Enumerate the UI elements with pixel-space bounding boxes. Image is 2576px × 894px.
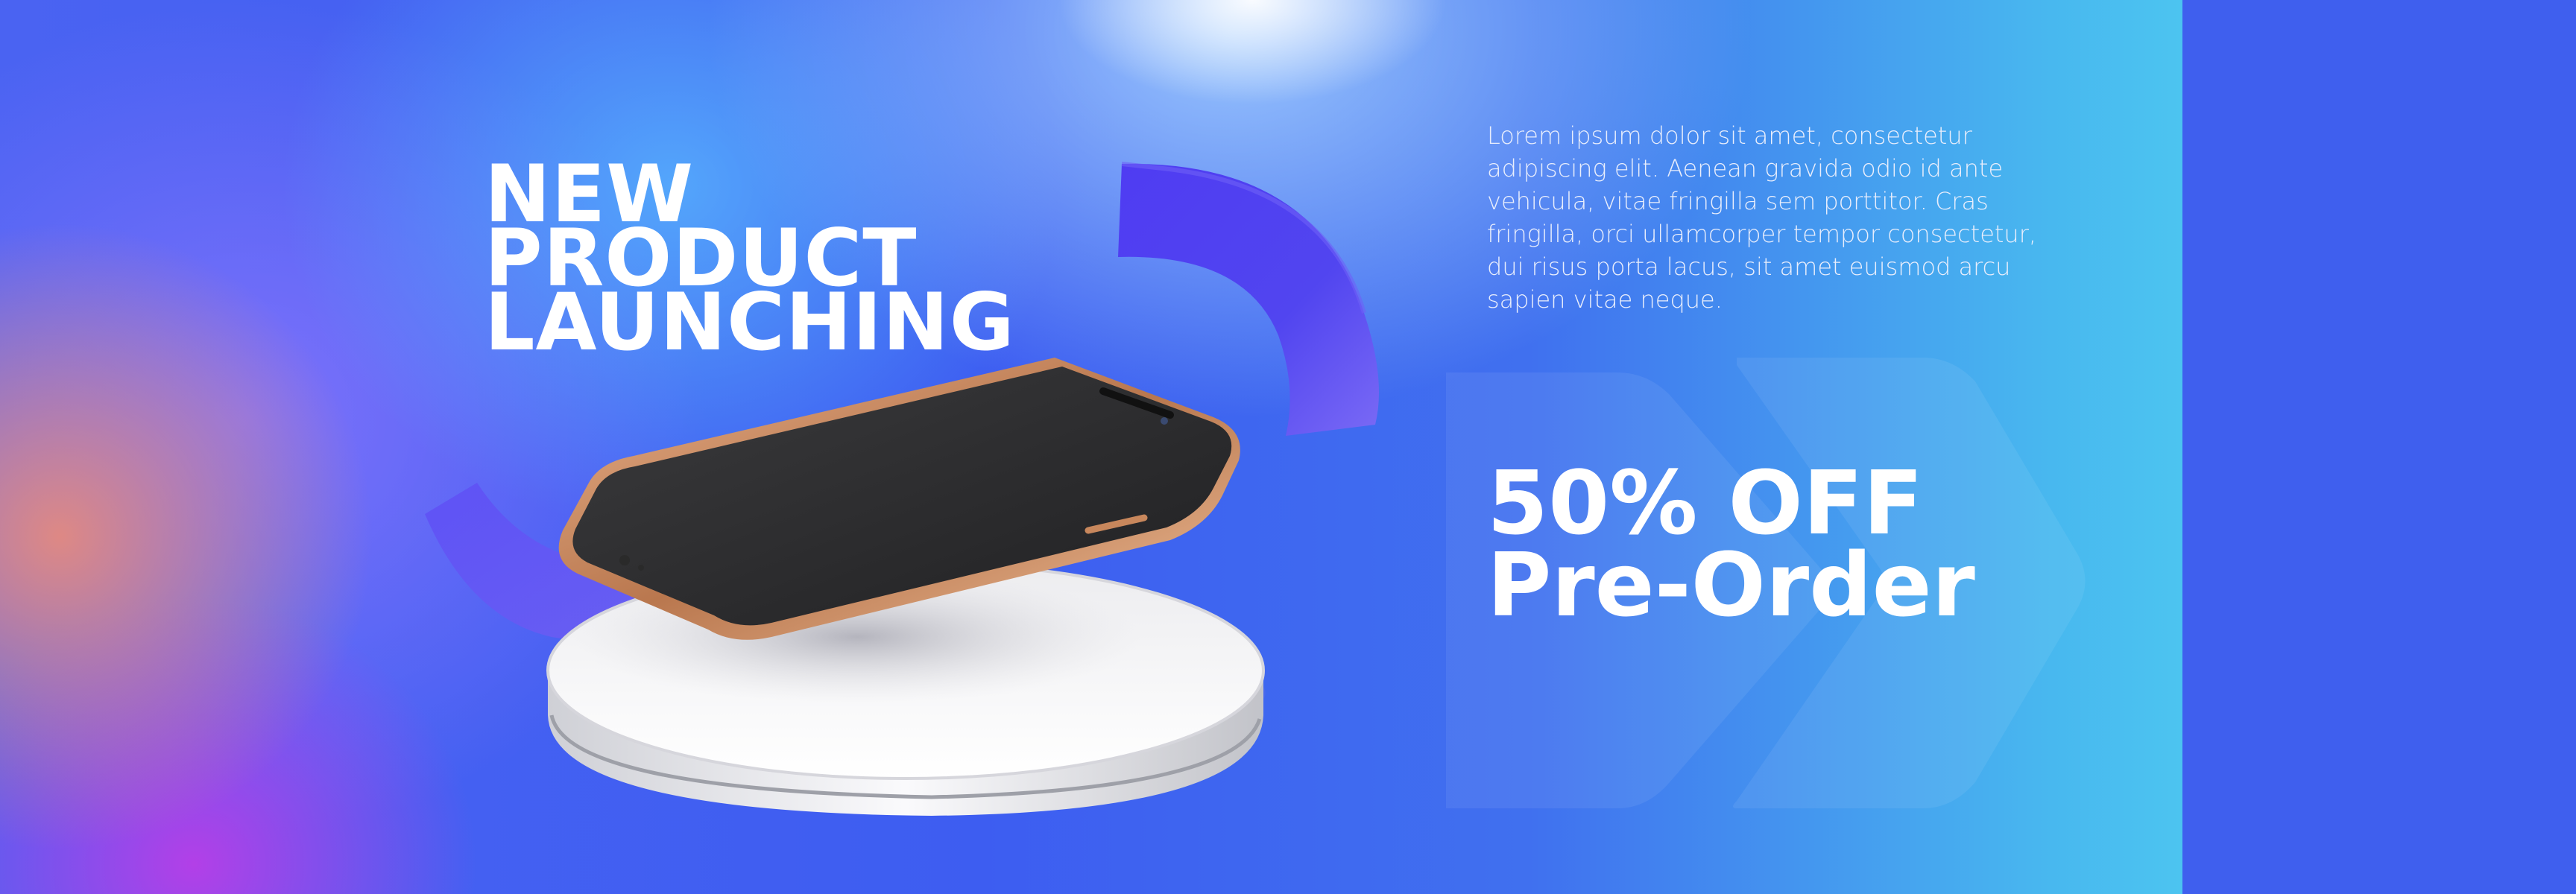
offer-preorder: Pre-Order (1487, 533, 1975, 636)
offer-discount: 50% OFF (1487, 451, 1924, 554)
offer-text: 50% OFF Pre-Order (1487, 451, 1975, 636)
ribbon-shape-icon (1118, 162, 1379, 436)
promo-banner: NEW PRODUCT LAUNCHING Lorem ipsum dolor … (0, 0, 2182, 894)
side-strip (2182, 0, 2576, 894)
body-copy: Lorem ipsum dolor sit amet, consectetur … (1487, 121, 2037, 314)
